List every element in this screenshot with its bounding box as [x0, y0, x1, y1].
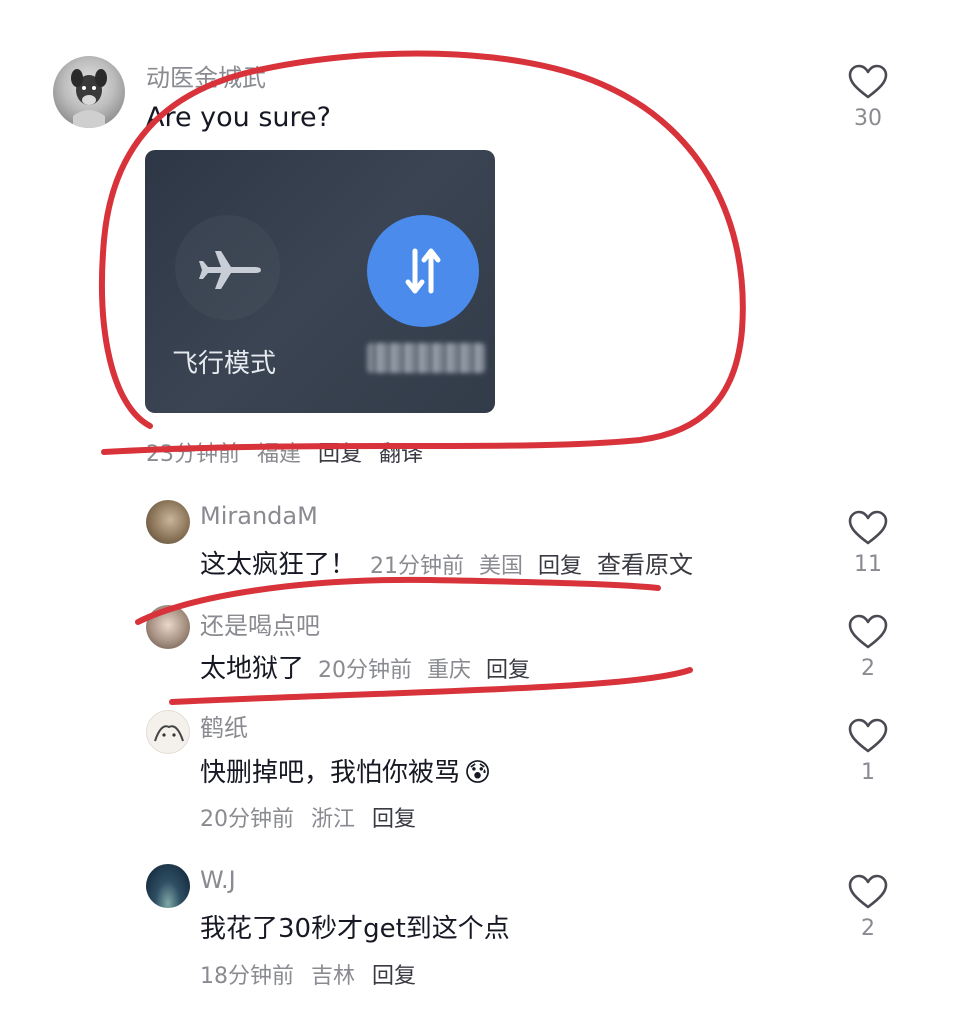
- comment-meta: 18分钟前 吉林 回复: [200, 958, 416, 990]
- comment-location: 吉林: [311, 964, 356, 989]
- reply-button[interactable]: 回复: [318, 442, 362, 467]
- like-button[interactable]: 11: [838, 510, 898, 577]
- mobile-data-arrows-icon: [405, 248, 441, 294]
- comment-location: 重庆: [427, 658, 472, 683]
- comment-text: 快删掉吧，我怕你被骂: [200, 758, 461, 788]
- like-button[interactable]: 2: [838, 614, 898, 681]
- reply-button[interactable]: 回复: [372, 807, 416, 832]
- comment-time: 23分钟前: [146, 442, 240, 467]
- comment-username[interactable]: 动医金城武: [146, 58, 266, 93]
- comment-meta: 20分钟前 重庆 回复: [318, 658, 530, 683]
- comment-row: 这太疯狂了！ 21分钟前 美国 回复 查看原文: [200, 544, 693, 581]
- comment-username[interactable]: 还是喝点吧: [200, 606, 320, 641]
- comment-row: 快删掉吧，我怕你被骂 😰: [200, 752, 491, 789]
- airplane-mode-label: 飞行模式: [172, 349, 277, 379]
- like-count: 30: [854, 106, 882, 131]
- like-count: 11: [854, 552, 882, 577]
- comment-location: 福建: [257, 442, 302, 467]
- avatar[interactable]: [146, 605, 190, 649]
- comment-text: 我花了30秒才get到这个点: [200, 914, 510, 944]
- comment-time: 18分钟前: [200, 964, 294, 989]
- comment-time: 20分钟前: [318, 658, 413, 683]
- like-count: 1: [861, 760, 875, 785]
- reply-button[interactable]: 回复: [538, 554, 582, 579]
- blurred-label: [367, 343, 485, 373]
- comment-username[interactable]: 鹤纸: [200, 708, 248, 743]
- comment-text: 这太疯狂了！: [200, 550, 357, 580]
- comment-image[interactable]: 飞行模式: [145, 150, 495, 413]
- avatar[interactable]: [53, 56, 125, 128]
- like-count: 2: [861, 916, 875, 941]
- comment-meta: 20分钟前 浙江 回复: [200, 801, 416, 833]
- heart-outline-icon[interactable]: [848, 614, 888, 650]
- heart-outline-icon[interactable]: [848, 64, 888, 100]
- cartoon-avatar-icon: [154, 725, 184, 742]
- avatar[interactable]: [146, 864, 190, 908]
- mobile-data-tile: [367, 215, 479, 327]
- comment-location: 美国: [479, 554, 524, 579]
- comment-meta: 23分钟前 福建 回复 翻译: [146, 436, 423, 468]
- comment-time: 21分钟前: [370, 554, 465, 579]
- view-original-button[interactable]: 查看原文: [597, 551, 693, 579]
- avatar[interactable]: [146, 710, 190, 754]
- dog-avatar-icon: [71, 69, 107, 128]
- comment-text: Are you sure?: [146, 102, 331, 133]
- like-button[interactable]: 1: [838, 718, 898, 785]
- comment-row: 太地狱了 20分钟前 重庆 回复: [200, 648, 530, 685]
- like-button[interactable]: 30: [838, 64, 898, 131]
- reply-button[interactable]: 回复: [372, 964, 416, 989]
- avatar[interactable]: [146, 500, 190, 544]
- comment-username[interactable]: W.J: [200, 866, 236, 894]
- like-button[interactable]: 2: [838, 874, 898, 941]
- heart-outline-icon[interactable]: [848, 718, 888, 754]
- heart-outline-icon[interactable]: [848, 874, 888, 910]
- comment-username[interactable]: MirandaM: [200, 502, 318, 530]
- comment-text: 太地狱了: [200, 654, 305, 684]
- emoji: 😰: [464, 758, 492, 788]
- comment-location: 浙江: [311, 807, 356, 832]
- translate-button[interactable]: 翻译: [379, 442, 423, 467]
- reply-button[interactable]: 回复: [486, 658, 530, 683]
- heart-outline-icon[interactable]: [848, 510, 888, 546]
- like-count: 2: [861, 656, 875, 681]
- airplane-mode-tile: [175, 215, 280, 320]
- comment-time: 20分钟前: [200, 807, 294, 832]
- comment-meta: 21分钟前 美国 回复 查看原文: [370, 551, 693, 579]
- airplane-icon: [199, 251, 261, 289]
